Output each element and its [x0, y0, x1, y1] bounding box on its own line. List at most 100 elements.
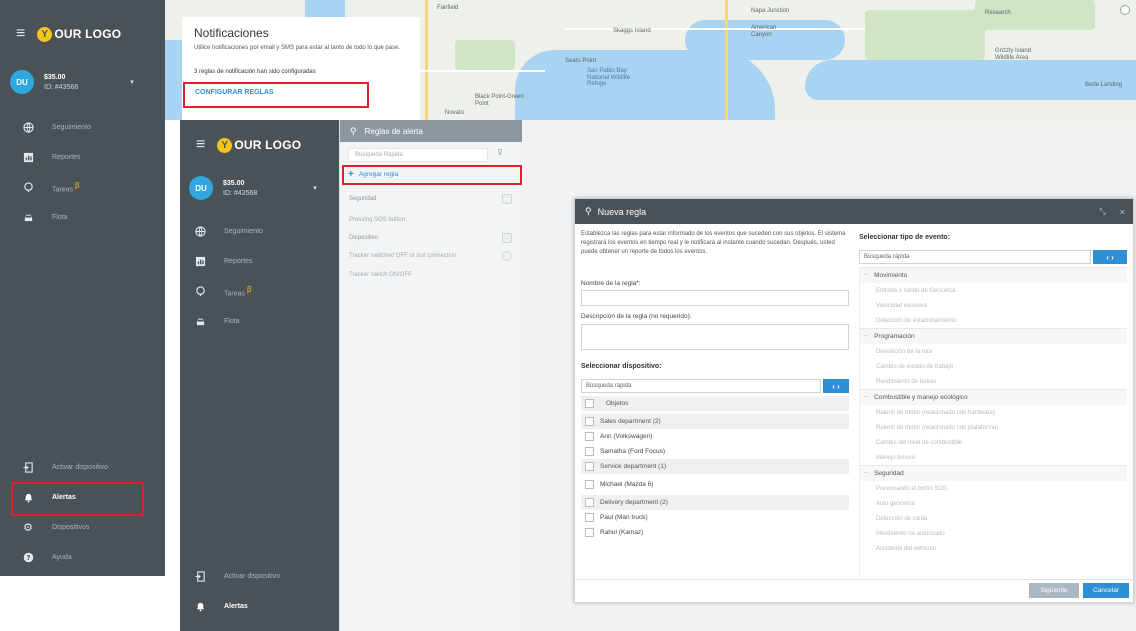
map-label: Sears Point: [565, 58, 597, 64]
checkbox[interactable]: [585, 432, 594, 441]
devices-header-row[interactable]: Objetos: [581, 396, 849, 411]
event-item[interactable]: Desviación de la ruta: [860, 344, 1127, 359]
chevron-down-icon[interactable]: ▾: [313, 184, 317, 192]
collapse-icon[interactable]: −: [864, 272, 868, 279]
event-item[interactable]: Presionando el botón SOS: [860, 481, 1127, 496]
event-item[interactable]: Manejo brusco: [860, 450, 1127, 465]
event-item[interactable]: Auto geocerca: [860, 496, 1127, 511]
rule-item[interactable]: Tracker switched OFF or lost connection: [349, 253, 456, 259]
event-item[interactable]: Cambio de estado de trabajo: [860, 359, 1127, 374]
event-item[interactable]: Velocidad excesiva: [860, 298, 1127, 313]
nav-item-activar-dispositivo[interactable]: Activar dispositivo: [194, 561, 280, 591]
globe-icon: [194, 225, 206, 237]
rule-name-input[interactable]: [581, 290, 849, 306]
collapse-icon[interactable]: −: [864, 394, 868, 401]
event-category[interactable]: − Combustible y manejo ecológico: [860, 389, 1127, 405]
nav-item-flota[interactable]: Flota: [22, 202, 91, 232]
event-type-list[interactable]: − Movimiento Entrada o salida de Geocerca…: [859, 267, 1127, 577]
device-search-input[interactable]: Búsqueda rápida: [581, 379, 821, 393]
event-item[interactable]: Detección de caída: [860, 511, 1127, 526]
dialog-intro: Establezca las reglas para estar informa…: [581, 231, 846, 255]
nav-item-seguimiento[interactable]: Seguimiento: [22, 112, 91, 142]
map-label: Novato: [445, 110, 465, 116]
chevron-down-icon[interactable]: ▾: [130, 78, 134, 86]
rule-status-icon[interactable]: [502, 251, 512, 261]
user-card[interactable]: DU $35.00 ID: #43568 ▾: [189, 176, 317, 200]
configure-rules-highlight: [183, 82, 369, 108]
device-row[interactable]: Samatha (Ford Focus): [581, 444, 849, 459]
nav-item-flota[interactable]: Flota: [194, 306, 263, 336]
avatar: DU: [10, 70, 34, 94]
rule-description-input[interactable]: [581, 324, 849, 350]
nav-item-tareas[interactable]: Tareas β: [194, 276, 263, 306]
event-item[interactable]: Ralentí de motor (relacionado con plataf…: [860, 420, 1127, 435]
event-type-heading: Seleccionar tipo de evento:: [859, 234, 951, 241]
dialog-title: Nueva regla: [597, 206, 647, 217]
event-item[interactable]: Accidente del vehículo: [860, 541, 1127, 556]
nav-item-reportes[interactable]: Reportes: [22, 142, 91, 172]
device-row[interactable]: Michael (Mazda 6): [581, 477, 849, 492]
collapse-icon[interactable]: −: [864, 333, 868, 340]
brand-logo: Y OUR LOGO: [37, 26, 121, 42]
user-card[interactable]: DU $35.00 ID: #43568 ▾: [10, 70, 134, 94]
device-row[interactable]: Ann (Volkswagen): [581, 429, 849, 444]
menu-icon[interactable]: ≡: [16, 26, 25, 42]
event-nav-arrows[interactable]: ‹ ›: [1093, 250, 1127, 264]
help-icon: ?: [22, 551, 34, 563]
event-item[interactable]: Ralentí de motor (relacionado con hardwa…: [860, 405, 1127, 420]
rules-search-input[interactable]: Búsqueda Rápida: [348, 148, 488, 162]
device-row[interactable]: Rahul (Kamaz): [581, 525, 849, 540]
beta-badge: β: [247, 284, 252, 294]
sidebar-front: ≡ Y OUR LOGO DU $35.00 ID: #43568 ▾ Segui…: [180, 120, 339, 631]
rule-item[interactable]: Tracker switch ON/OFF: [349, 272, 412, 278]
gear-icon: ⚙: [23, 521, 33, 534]
notifications-description: Utilice notificaciones por email y SMS p…: [194, 45, 401, 51]
menu-icon[interactable]: ≡: [196, 137, 205, 153]
device-row[interactable]: Paul (Man truck): [581, 510, 849, 525]
filter-icon[interactable]: ⊽: [497, 148, 503, 157]
nav-item-dispositivos[interactable]: ⚙ Dispositivos: [22, 512, 108, 542]
event-category[interactable]: − Programación: [860, 328, 1127, 344]
close-icon[interactable]: ×: [1120, 207, 1125, 217]
nav-item-seguimiento[interactable]: Seguimiento: [194, 216, 263, 246]
device-nav-arrows[interactable]: ‹ ›: [823, 379, 849, 393]
event-search-input[interactable]: Búsqueda rápida: [859, 250, 1091, 264]
checkbox[interactable]: [585, 417, 594, 426]
event-item[interactable]: Cambio del nivel de combustible: [860, 435, 1127, 450]
event-category[interactable]: − Movimiento: [860, 267, 1127, 283]
map-label: Fairfield: [437, 5, 459, 11]
expand-icon[interactable]: ⤡: [1099, 207, 1105, 217]
cancel-button[interactable]: Cancelar: [1083, 583, 1129, 598]
rule-item[interactable]: Pressing SOS button: [349, 217, 405, 223]
section-toggle-icon[interactable]: [502, 194, 512, 204]
next-button[interactable]: Siguiente: [1029, 583, 1079, 598]
nav-item-activar-dispositivo[interactable]: Activar dispositivo: [22, 452, 108, 482]
nav-item-tareas[interactable]: Tareas β: [22, 172, 91, 202]
checkbox[interactable]: [585, 447, 594, 456]
nav-item-ayuda[interactable]: ? Ayuda: [22, 542, 108, 572]
collapse-icon[interactable]: −: [864, 470, 868, 477]
checkbox[interactable]: [585, 480, 594, 489]
checkbox[interactable]: [585, 399, 594, 408]
activate-device-icon: [22, 461, 34, 473]
device-group-row[interactable]: Service department (1): [581, 459, 849, 474]
checkbox[interactable]: [585, 498, 594, 507]
event-item[interactable]: Movimiento no autorizado: [860, 526, 1127, 541]
checkbox[interactable]: [585, 528, 594, 537]
nav-item-alertas[interactable]: Alertas: [194, 591, 280, 621]
event-item[interactable]: Detección de estacionamiento: [860, 313, 1127, 328]
alertas-highlight: [11, 482, 144, 516]
event-item[interactable]: Entrada o salida de Geocerca: [860, 283, 1127, 298]
section-toggle-icon[interactable]: [502, 233, 512, 243]
checkbox[interactable]: [585, 462, 594, 471]
svg-text:?: ?: [26, 553, 30, 561]
event-item[interactable]: Rendimiento de tareas: [860, 374, 1127, 389]
map-control-icon[interactable]: [1120, 5, 1130, 15]
device-group-row[interactable]: Sales department (2): [581, 414, 849, 429]
nav-item-reportes[interactable]: Reportes: [194, 246, 263, 276]
event-category[interactable]: − Seguridad: [860, 465, 1127, 481]
rules-count-text: 3 reglas de notificación han sido config…: [194, 69, 316, 75]
device-group-row[interactable]: Delivery department (2): [581, 495, 849, 510]
map-label: American Canyon: [751, 25, 777, 38]
checkbox[interactable]: [585, 513, 594, 522]
